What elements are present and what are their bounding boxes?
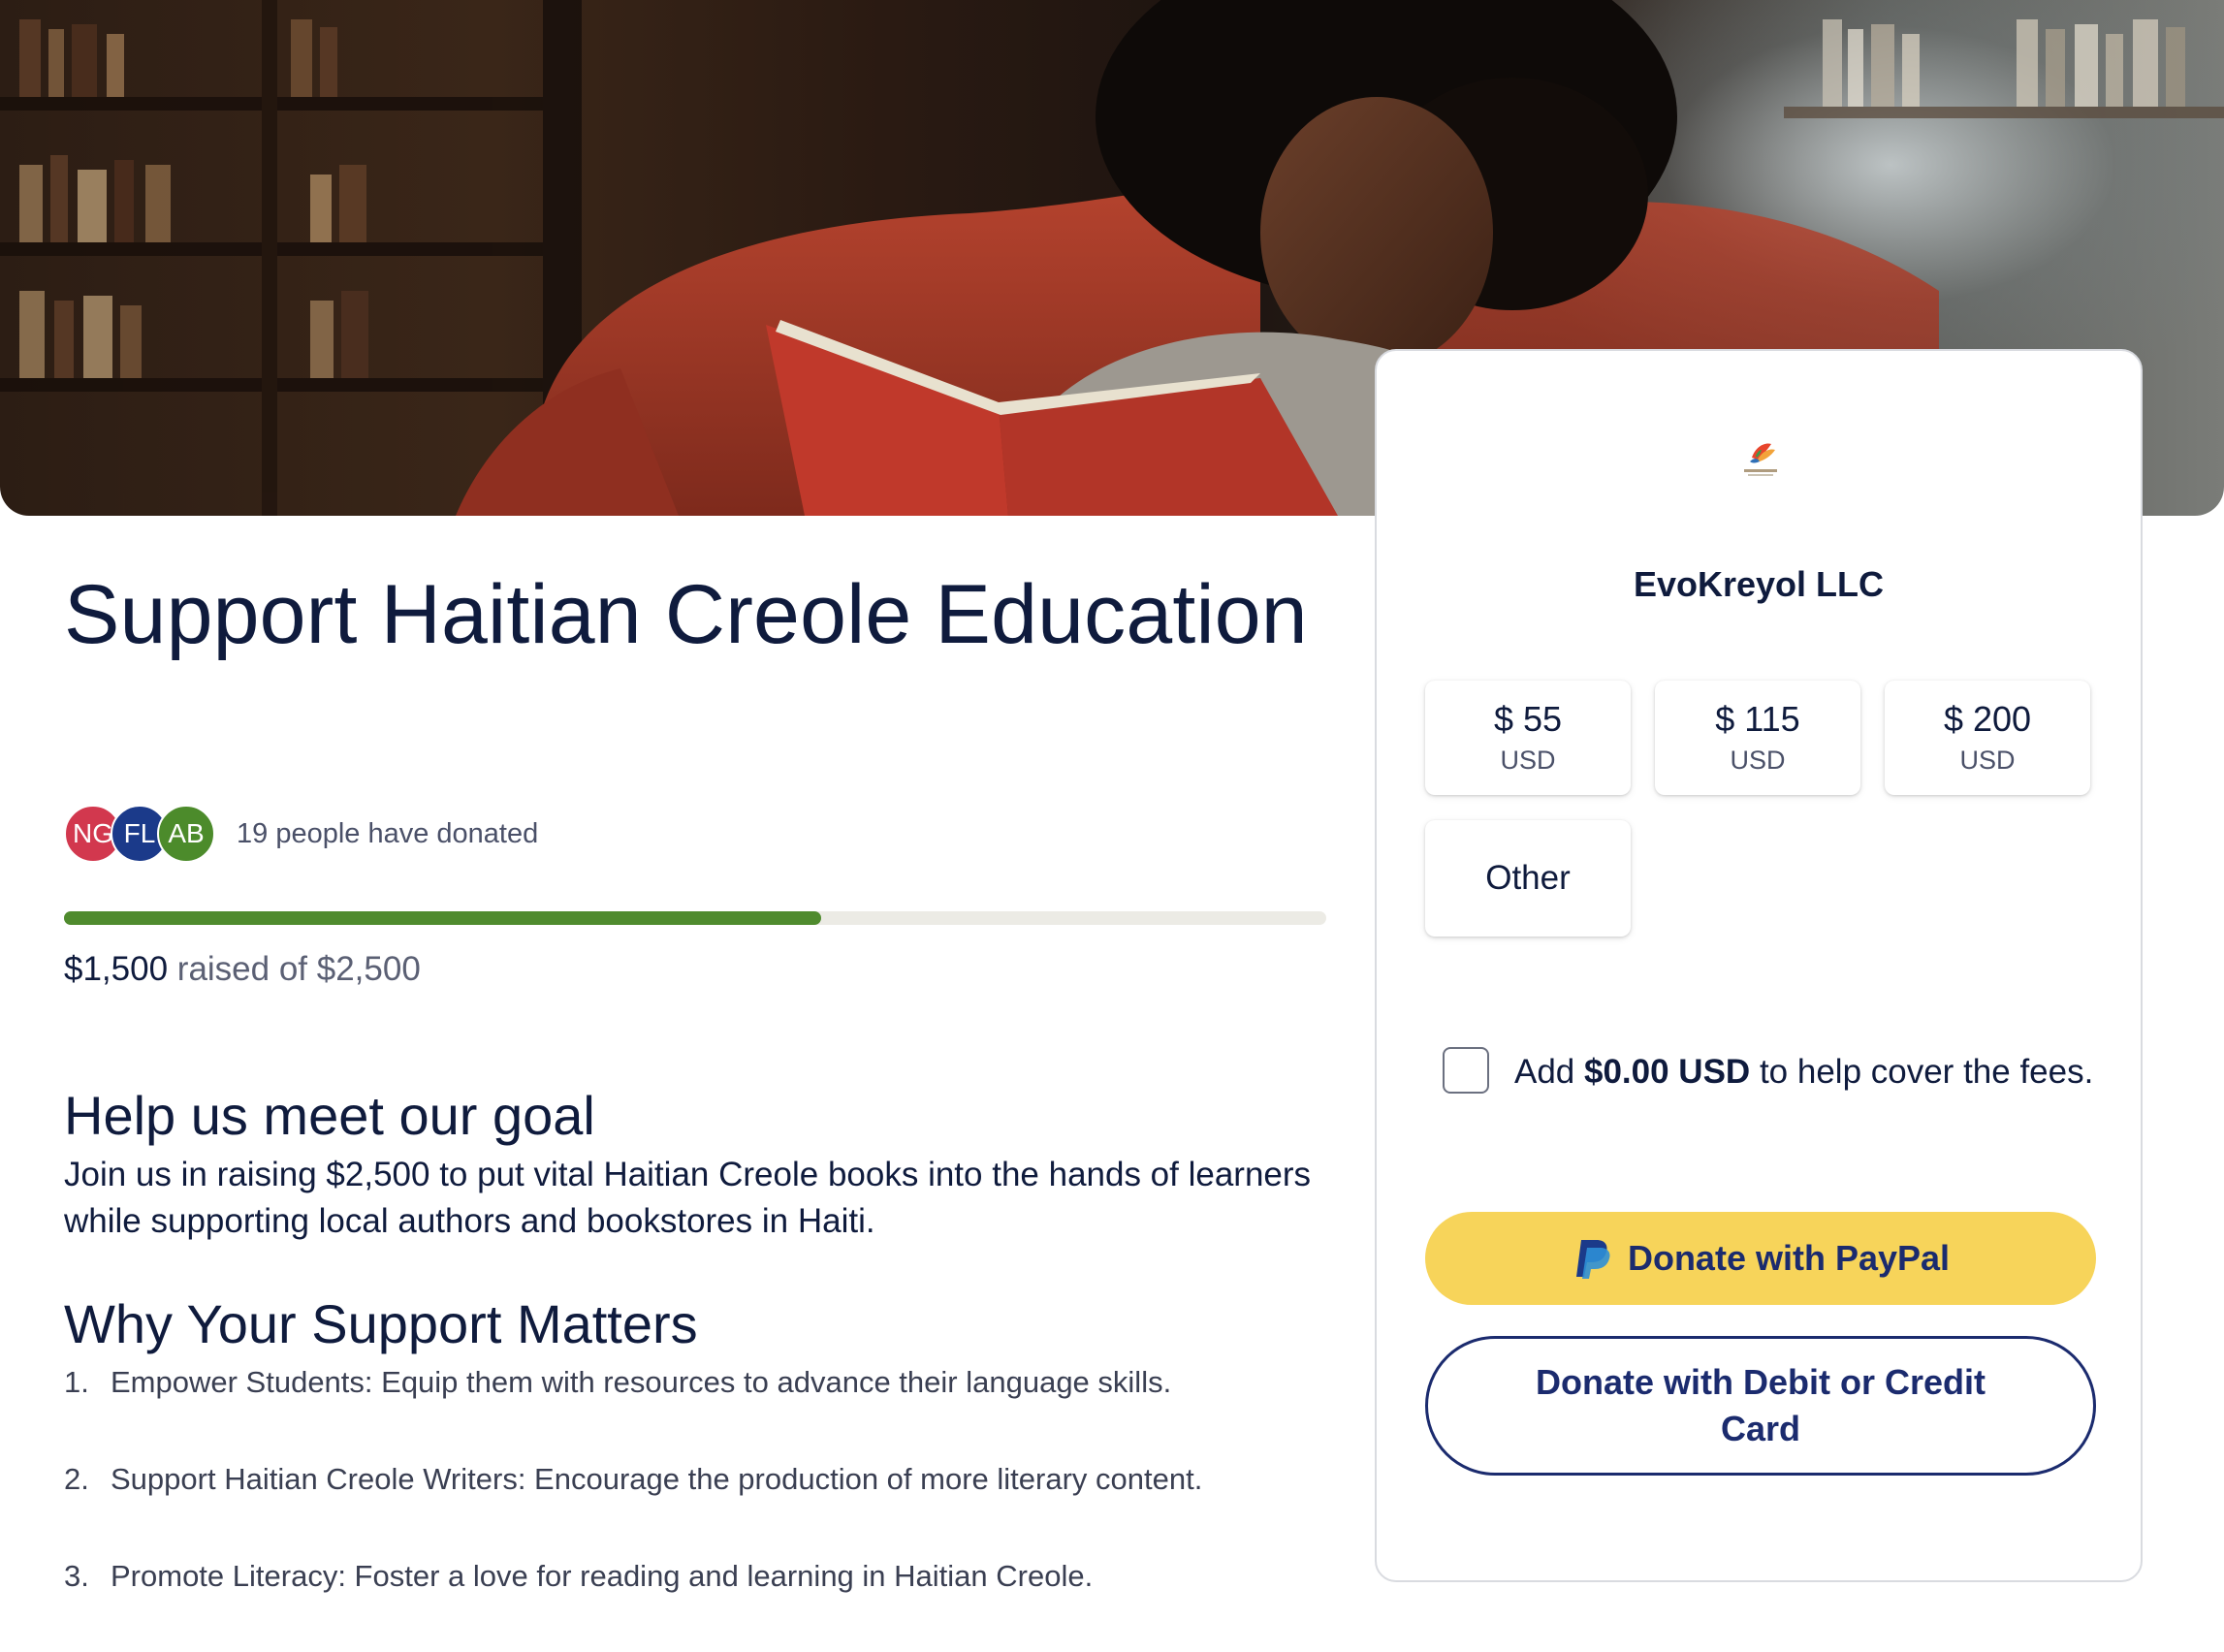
goal-heading: Help us meet our goal [64,1085,595,1146]
reasons-list: 1. Empower Students: Equip them with reso… [64,1361,1324,1652]
fee-suffix: to help cover the fees. [1750,1053,2094,1091]
list-item-number: 2. [64,1462,89,1496]
cover-fees-option: Add $0.00 USD to help cover the fees. [1443,1047,2102,1096]
org-logo [1744,443,1777,476]
cover-fees-label: Add $0.00 USD to help cover the fees. [1514,1049,2093,1096]
campaign-title: Support Haitian Creole Education [64,568,1308,661]
list-item-text: Support Haitian Creole Writers: Encourag… [111,1462,1203,1496]
amount-button-115[interactable]: $ 115 USD [1655,681,1860,795]
cover-fees-checkbox[interactable] [1443,1047,1489,1094]
progress-bar [64,911,1326,925]
donor-count-text: 19 people have donated [237,817,539,849]
raised-amount: $1,500 [64,950,169,988]
paypal-icon [1575,1240,1610,1279]
list-item: 1. Empower Students: Equip them with reso… [64,1361,1324,1458]
fee-amount: $0.00 USD [1584,1053,1751,1091]
amount-value: $ 55 [1493,699,1563,739]
list-item-number: 3. [64,1559,89,1593]
why-heading: Why Your Support Matters [64,1293,698,1354]
donate-paypal-label: Donate with PayPal [1627,1238,1951,1278]
amount-button-55[interactable]: $ 55 USD [1425,681,1631,795]
amount-button-200[interactable]: $ 200 USD [1885,681,2090,795]
list-item-text: Empower Students: Equip them with resour… [111,1365,1172,1399]
list-item: 3. Promote Literacy: Foster a love for re… [64,1555,1324,1652]
donate-card-label: Donate with Debit or Credit Card [1535,1362,1986,1448]
progress-bar-fill [64,911,822,925]
goal-amount-text: raised of $2,500 [168,950,421,988]
donate-card-button[interactable]: Donate with Debit or Credit Card [1425,1336,2096,1476]
list-item-number: 1. [64,1365,89,1399]
org-name: EvoKreyol LLC [1633,564,1885,604]
amount-currency: USD [1959,746,2016,775]
avatar: AB [157,805,215,863]
amount-value: $ 200 [1943,699,2032,739]
amount-value: $ 115 [1715,699,1800,739]
amount-button-other[interactable]: Other [1425,820,1631,937]
goal-description: Join us in raising $2,500 to put vital H… [64,1156,1312,1240]
other-amount-label: Other [1485,859,1571,897]
fee-prefix: Add [1514,1053,1584,1091]
amount-currency: USD [1500,746,1556,775]
list-item: 2. Support Haitian Creole Writers: Encour… [64,1458,1324,1555]
donation-card: EvoKreyol LLC $ 55 USD $ 115 USD $ 200 U… [1375,349,2143,1582]
donors-summary: NG FL AB 19 people have donated [64,803,538,865]
donate-paypal-button[interactable]: Donate with PayPal [1425,1212,2096,1305]
amount-currency: USD [1730,746,1786,775]
list-item-text: Promote Literacy: Foster a love for read… [111,1559,1094,1593]
raised-summary: $1,500 raised of $2,500 [64,950,421,989]
